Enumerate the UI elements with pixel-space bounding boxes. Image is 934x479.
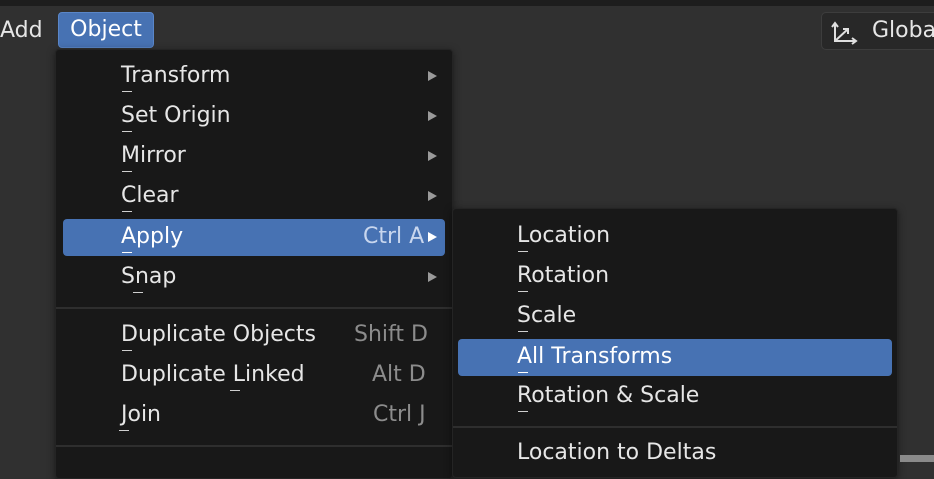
- submenu-arrow-icon: [428, 232, 437, 242]
- menu-item-label: Rotation & Scale: [517, 383, 700, 408]
- apply-submenu: Location Rotation Scale All Transforms R…: [452, 208, 898, 478]
- menu-separator: [56, 445, 452, 447]
- submenu-arrow-icon: [428, 71, 437, 81]
- menu-item-label: Duplicate Objects: [121, 322, 316, 347]
- mnemonic-underline: [133, 292, 143, 293]
- submenu-item-location[interactable]: Location: [459, 218, 891, 255]
- menu-item-transform[interactable]: Transform: [64, 58, 446, 95]
- mnemonic-underline: [518, 411, 528, 412]
- orientation-axes-icon: [831, 21, 858, 45]
- menu-item-label: Location: [517, 223, 611, 248]
- menu-item-label: Location to Deltas: [517, 440, 717, 465]
- menu-item-snap[interactable]: Snap: [64, 259, 446, 296]
- submenu-arrow-icon: [428, 191, 437, 201]
- object-menu: Transform Set Origin Mirror Clear Apply …: [55, 49, 453, 479]
- menu-item-duplicate-linked[interactable]: Duplicate Linked Alt D: [64, 357, 446, 394]
- menu-item-label: Scale: [517, 303, 577, 328]
- menu-add[interactable]: Add: [0, 16, 43, 48]
- mnemonic-underline: [230, 390, 240, 391]
- menu-item-label: Snap: [121, 264, 177, 289]
- menu-item-label: Mirror: [121, 143, 186, 168]
- mnemonic-underline: [122, 91, 132, 92]
- mnemonic-underline: [122, 211, 132, 212]
- menu-item-label: Clear: [121, 183, 179, 208]
- menu-item-join[interactable]: Join Ctrl J: [64, 397, 446, 434]
- menu-item-shortcut: Shift D: [354, 322, 428, 347]
- menu-item-label: Join: [121, 402, 162, 427]
- menu-item-shortcut: Ctrl A: [363, 224, 425, 249]
- menu-separator: [56, 307, 452, 309]
- menu-item-shortcut: Alt D: [372, 362, 426, 387]
- mnemonic-underline: [518, 331, 528, 332]
- menu-item-clear[interactable]: Clear: [64, 178, 446, 215]
- orientation-label: Global: [872, 18, 934, 43]
- submenu-item-rotation[interactable]: Rotation: [459, 258, 891, 295]
- menu-item-shortcut: Ctrl J: [373, 402, 426, 427]
- mnemonic-underline: [122, 131, 132, 132]
- mnemonic-underline: [122, 171, 132, 172]
- mnemonic-underline: [518, 251, 528, 252]
- menu-item-label: Transform: [121, 63, 231, 88]
- mnemonic-underline: [122, 252, 132, 253]
- submenu-arrow-icon: [428, 272, 437, 282]
- menu-item-label: Duplicate Linked: [121, 362, 305, 387]
- submenu-item-all-transforms[interactable]: All Transforms: [458, 339, 892, 376]
- menu-item-set-origin[interactable]: Set Origin: [64, 98, 446, 135]
- submenu-arrow-icon: [428, 151, 437, 161]
- transform-orientation-dropdown[interactable]: Global: [821, 12, 934, 50]
- submenu-arrow-icon: [428, 111, 437, 121]
- menu-item-label: All Transforms: [517, 344, 673, 369]
- scrollbar-thumb[interactable]: [900, 455, 934, 462]
- menu-object[interactable]: Object: [58, 12, 154, 48]
- menu-item-label: Rotation: [517, 263, 610, 288]
- mnemonic-underline: [518, 291, 528, 292]
- mnemonic-underline: [119, 430, 129, 431]
- menu-item-label: Apply: [121, 224, 184, 249]
- menu-item-duplicate-objects[interactable]: Duplicate Objects Shift D: [64, 317, 446, 354]
- submenu-item-scale[interactable]: Scale: [459, 298, 891, 335]
- menu-separator: [453, 426, 897, 428]
- submenu-item-rotation-scale[interactable]: Rotation & Scale: [459, 378, 891, 415]
- submenu-item-location-to-deltas[interactable]: Location to Deltas: [459, 435, 891, 472]
- menu-item-apply[interactable]: Apply Ctrl A: [63, 219, 445, 256]
- mnemonic-underline: [122, 350, 132, 351]
- menu-item-label: Set Origin: [121, 103, 231, 128]
- menu-item-mirror[interactable]: Mirror: [64, 138, 446, 175]
- mnemonic-underline: [518, 372, 528, 373]
